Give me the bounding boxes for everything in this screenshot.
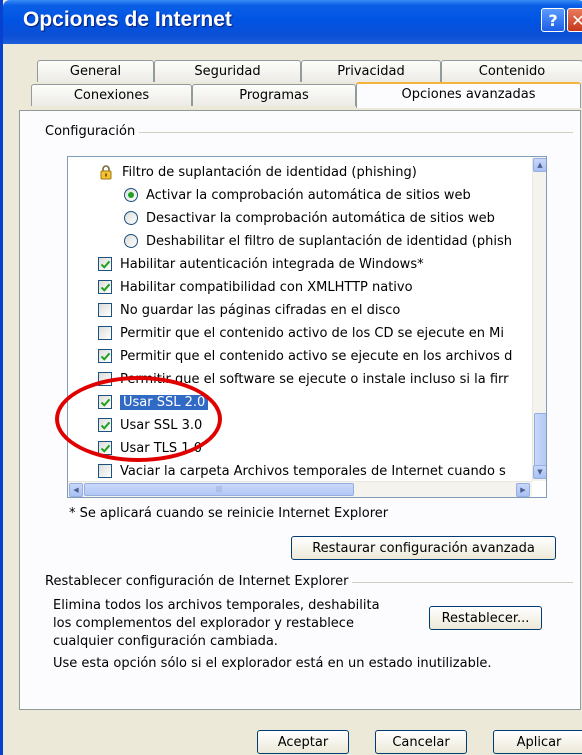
tab-general[interactable]: General bbox=[37, 60, 154, 82]
settings-item[interactable]: Usar SSL 3.0 bbox=[98, 414, 202, 436]
settings-item-label: Filtro de suplantación de identidad (phi… bbox=[122, 164, 417, 180]
close-icon: ✕ bbox=[571, 10, 582, 30]
radio-button[interactable] bbox=[124, 234, 138, 248]
scroll-up-icon[interactable]: ▲ bbox=[533, 158, 546, 172]
settings-item[interactable]: Permitir que el contenido activo de los … bbox=[98, 322, 504, 344]
settings-item[interactable]: Usar SSL 2.0 bbox=[98, 391, 209, 413]
settings-item[interactable]: Deshabilitar el filtro de suplantación d… bbox=[124, 230, 512, 252]
checkbox[interactable] bbox=[98, 464, 112, 478]
tab-contenido[interactable]: Contenido bbox=[441, 60, 582, 82]
settings-item[interactable]: Habilitar compatibilidad con XMLHTTP nat… bbox=[98, 276, 413, 298]
internet-options-window: Opciones de Internet ? ✕ General Segurid… bbox=[0, 0, 582, 755]
checkmark-icon bbox=[100, 398, 110, 407]
scroll-down-icon[interactable]: ▼ bbox=[533, 465, 546, 479]
tab-conexiones[interactable]: Conexiones bbox=[31, 84, 192, 106]
settings-item[interactable]: Permitir que el contenido activo se ejec… bbox=[98, 345, 512, 367]
settings-item[interactable]: Permitir que el software se ejecute o in… bbox=[98, 368, 509, 390]
reset-usage-note: Use esta opción sólo si el explorador es… bbox=[53, 656, 492, 671]
vertical-scrollbar[interactable]: ▲ ▼ bbox=[532, 157, 546, 481]
settings-item[interactable]: Activar la comprobación automática de si… bbox=[124, 184, 471, 206]
settings-item-label: Deshabilitar el filtro de suplantación d… bbox=[146, 233, 512, 249]
checkbox[interactable] bbox=[98, 326, 112, 340]
vertical-scroll-thumb[interactable] bbox=[534, 413, 546, 471]
checkmark-icon bbox=[100, 283, 110, 292]
settings-item-label: Vaciar la carpeta Archivos temporales de… bbox=[120, 463, 506, 479]
settings-item-label: Permitir que el contenido activo de los … bbox=[120, 325, 504, 341]
settings-item[interactable]: Habilitar autenticación integrada de Win… bbox=[98, 253, 424, 275]
help-button[interactable]: ? bbox=[541, 8, 565, 32]
settings-item-label: Usar TLS 1.0 bbox=[120, 440, 202, 456]
settings-item[interactable]: Usar TLS 1.0 bbox=[98, 437, 202, 459]
close-button[interactable]: ✕ bbox=[567, 8, 582, 32]
checkbox[interactable] bbox=[98, 280, 112, 294]
settings-item[interactable]: Vaciar la carpeta Archivos temporales de… bbox=[98, 460, 506, 482]
tab-privacidad[interactable]: Privacidad bbox=[301, 60, 441, 82]
settings-item-label: No guardar las páginas cifradas en el di… bbox=[120, 302, 401, 318]
checkmark-icon bbox=[100, 260, 110, 269]
cancel-button[interactable]: Cancelar bbox=[375, 730, 467, 754]
checkmark-icon bbox=[100, 421, 110, 430]
settings-list[interactable]: Filtro de suplantación de identidad (phi… bbox=[67, 156, 547, 498]
checkbox[interactable] bbox=[98, 418, 112, 432]
checkbox[interactable] bbox=[98, 372, 112, 386]
reset-description-line-3: cualquier configuración cambiada. bbox=[53, 634, 278, 649]
ok-button[interactable]: Aceptar bbox=[257, 730, 349, 754]
settings-item-label: Habilitar autenticación integrada de Win… bbox=[120, 256, 424, 272]
tab-opciones-avanzadas[interactable]: Opciones avanzadas bbox=[356, 82, 581, 108]
checkbox[interactable] bbox=[98, 303, 112, 317]
apply-button[interactable]: Aplicar bbox=[493, 730, 582, 754]
radio-dot-icon bbox=[128, 192, 134, 198]
title-bar[interactable]: Opciones de Internet ? ✕ bbox=[3, 0, 582, 44]
checkbox[interactable] bbox=[98, 395, 112, 409]
checkmark-icon bbox=[100, 352, 110, 361]
radio-button[interactable] bbox=[124, 188, 138, 202]
tab-programas[interactable]: Programas bbox=[192, 84, 356, 106]
settings-item-label: Usar SSL 3.0 bbox=[120, 417, 203, 433]
settings-item-label: Permitir que el contenido activo se ejec… bbox=[120, 348, 513, 364]
settings-item-label: Permitir que el software se ejecute o in… bbox=[120, 371, 509, 387]
scroll-left-icon[interactable]: ◀ bbox=[69, 483, 83, 497]
settings-item-label: Habilitar compatibilidad con XMLHTTP nat… bbox=[120, 279, 413, 295]
radio-button[interactable] bbox=[124, 211, 138, 225]
restore-advanced-button[interactable]: Restaurar configuración avanzada bbox=[291, 536, 556, 560]
horizontal-scrollbar[interactable]: ◀ ||| ▶ bbox=[68, 481, 532, 497]
scroll-right-icon[interactable]: ▶ bbox=[516, 483, 530, 497]
settings-item-label: Desactivar la comprobación automática de… bbox=[146, 210, 495, 226]
checkbox[interactable] bbox=[98, 441, 112, 455]
settings-item[interactable]: No guardar las páginas cifradas en el di… bbox=[98, 299, 400, 321]
horizontal-scroll-thumb[interactable]: ||| bbox=[84, 483, 354, 496]
settings-item[interactable]: Desactivar la comprobación automática de… bbox=[124, 207, 495, 229]
reset-group-label: Restablecer configuración de Internet Ex… bbox=[41, 574, 353, 589]
lock-icon bbox=[98, 164, 114, 180]
tab-seguridad[interactable]: Seguridad bbox=[154, 60, 301, 82]
checkbox[interactable] bbox=[98, 349, 112, 363]
settings-group-label: Configuración bbox=[41, 124, 140, 139]
settings-item-label: Activar la comprobación automática de si… bbox=[146, 187, 471, 203]
reset-button[interactable]: Restablecer... bbox=[429, 606, 542, 630]
restart-note: * Se aplicará cuando se reinicie Interne… bbox=[69, 506, 389, 521]
settings-item[interactable]: Filtro de suplantación de identidad (phi… bbox=[98, 161, 417, 183]
checkbox[interactable] bbox=[98, 257, 112, 271]
reset-description-line-2: los complementos del explorador y restab… bbox=[53, 616, 354, 631]
checkmark-icon bbox=[100, 444, 110, 453]
reset-description-line-1: Elimina todos los archivos temporales, d… bbox=[53, 598, 380, 613]
window-title: Opciones de Internet bbox=[23, 8, 232, 31]
settings-item-label: Usar SSL 2.0 bbox=[120, 394, 209, 410]
help-icon: ? bbox=[548, 10, 558, 30]
